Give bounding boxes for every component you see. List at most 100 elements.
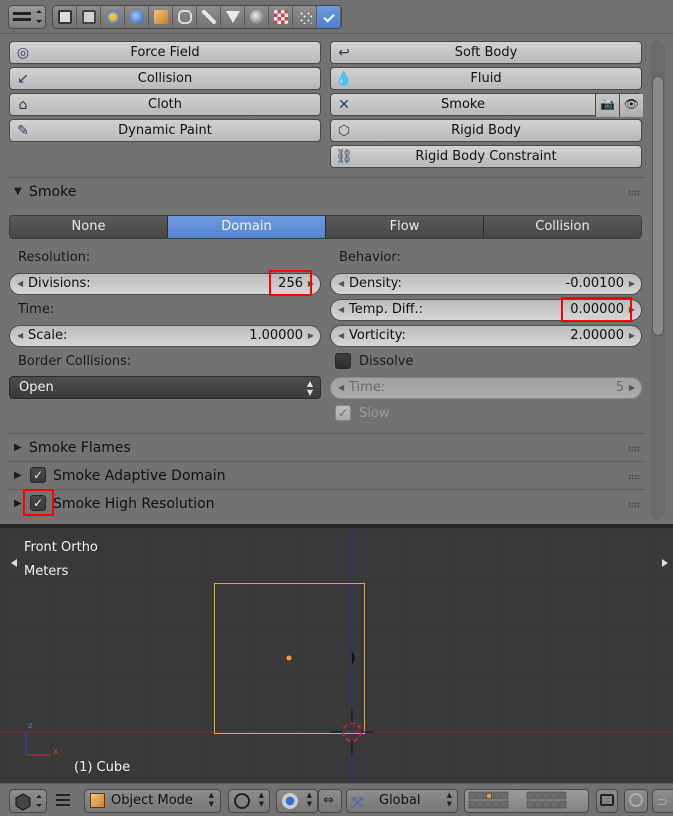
smoke-high-resolution-panel-title[interactable]: Smoke High Resolution: [53, 496, 215, 512]
properties-editor-icon: [13, 10, 42, 23]
material-icon[interactable]: [245, 6, 269, 28]
decrement-arrow-icon[interactable]: ◀: [17, 274, 23, 294]
collision-icon: ↙: [17, 71, 29, 87]
camera-lock-icon: [600, 794, 614, 806]
smoke-label: Smoke: [441, 97, 485, 112]
editor-type-button[interactable]: [8, 5, 46, 29]
render-layers-icon[interactable]: [77, 6, 101, 28]
vorticity-field[interactable]: ◀ Vorticity: 2.00000 ▶: [330, 325, 642, 347]
dissolve-label[interactable]: Dissolve: [359, 354, 413, 369]
render-icon[interactable]: [53, 6, 77, 28]
editor-type-button[interactable]: [9, 789, 47, 813]
cloth-button[interactable]: ⌂ Cloth: [9, 93, 321, 116]
layer-buttons[interactable]: [464, 789, 589, 813]
fluid-button[interactable]: 💧 Fluid: [330, 67, 642, 90]
data-icon[interactable]: [221, 6, 245, 28]
scene-icon[interactable]: [101, 6, 125, 28]
smoke-adaptive-domain-panel-title[interactable]: Smoke Adaptive Domain: [53, 468, 226, 484]
proportional-edit-icon: [629, 793, 643, 807]
smoke-adaptive-checkbox[interactable]: ✓: [30, 467, 46, 483]
density-value: -0.00100: [565, 276, 624, 291]
type-none-button[interactable]: None: [10, 216, 168, 238]
droplet-icon: 💧: [335, 71, 353, 87]
move-arrows-icon: ⇔: [323, 793, 334, 808]
pivot-icon: [282, 793, 298, 809]
world-icon[interactable]: [125, 6, 149, 28]
divisions-label: Divisions:: [28, 276, 91, 291]
decrement-arrow-icon: ◀: [338, 383, 345, 392]
smoke-button[interactable]: ✕ Smoke 📷 👁: [330, 93, 643, 117]
layers-grid-icon: [468, 791, 567, 809]
dissolve-checkbox[interactable]: [335, 353, 351, 369]
lock-camera-toggle[interactable]: [596, 789, 618, 813]
constraints-icon[interactable]: [173, 6, 197, 28]
decrement-arrow-icon[interactable]: ◀: [338, 326, 344, 346]
manipulator-toggle[interactable]: ⇔: [318, 789, 342, 813]
increment-arrow-icon[interactable]: ▶: [629, 274, 635, 294]
slow-checkbox: ✓: [335, 405, 351, 421]
physics-icon[interactable]: [317, 6, 341, 28]
type-collision-button[interactable]: Collision: [484, 216, 641, 238]
texture-icon[interactable]: [269, 6, 293, 28]
soft-body-button[interactable]: ↩ Soft Body: [330, 41, 642, 64]
smoke-flames-panel-title[interactable]: Smoke Flames: [29, 440, 131, 456]
drag-handle-icon[interactable]: [628, 190, 640, 196]
smoke-panel-title[interactable]: Smoke: [29, 184, 76, 200]
expand-triangle-icon[interactable]: ▶: [14, 470, 22, 481]
border-collisions-label: Border Collisions:: [18, 354, 132, 369]
viewport-shading-dropdown[interactable]: ▲ ▼: [228, 789, 270, 813]
magnet-icon: ⊃: [657, 795, 668, 810]
rigid-body-icon: ⬡: [337, 123, 351, 139]
rigid-body-button[interactable]: ⬡ Rigid Body: [330, 119, 642, 142]
render-camera-icon[interactable]: 📷: [595, 94, 619, 117]
soft-body-label: Soft Body: [454, 45, 518, 60]
decrement-arrow-icon[interactable]: ◀: [338, 274, 344, 294]
drag-handle-icon[interactable]: [628, 446, 640, 452]
force-field-button[interactable]: ◎ Force Field: [9, 41, 321, 64]
divider: [8, 177, 646, 178]
drag-handle-icon[interactable]: [628, 474, 640, 480]
object-info-label: (1) Cube: [74, 760, 131, 775]
divider: [8, 433, 646, 434]
pivot-point-dropdown[interactable]: ▲ ▼: [276, 789, 318, 813]
density-field[interactable]: ◀ Density: -0.00100 ▶: [330, 273, 642, 295]
mode-dropdown[interactable]: Object Mode ▲ ▼: [84, 789, 221, 813]
increment-arrow-icon[interactable]: ▶: [308, 326, 314, 346]
expand-triangle-icon[interactable]: ▶: [14, 442, 22, 453]
expand-triangle-icon[interactable]: ▶: [14, 498, 22, 509]
rigid-body-constraint-button[interactable]: ⛓ Rigid Body Constraint: [330, 145, 642, 168]
collapse-triangle-icon[interactable]: ▼: [14, 186, 22, 197]
border-collisions-dropdown[interactable]: Open ▲ ▼: [9, 376, 321, 399]
object-mode-icon: [90, 793, 105, 808]
type-domain-button[interactable]: Domain: [168, 216, 326, 238]
highlight-box: [561, 297, 632, 322]
drag-handle-icon[interactable]: [628, 502, 640, 508]
dynamic-paint-button[interactable]: ✎ Dynamic Paint: [9, 119, 321, 142]
modifiers-icon[interactable]: [197, 6, 221, 28]
highlight-box: [269, 270, 312, 296]
scale-field[interactable]: ◀ Scale: 1.00000 ▶: [9, 325, 321, 347]
vorticity-label: Vorticity:: [349, 328, 406, 343]
axis-x-label: x: [53, 747, 59, 757]
brush-icon: ✎: [17, 123, 29, 139]
snap-toggle[interactable]: ⊃: [652, 789, 673, 813]
eye-icon[interactable]: 👁: [619, 94, 643, 117]
dissolve-time-label: Time:: [349, 380, 386, 395]
type-flow-button[interactable]: Flow: [326, 216, 484, 238]
properties-scrollbar[interactable]: [651, 40, 665, 520]
proportional-edit-toggle[interactable]: [624, 789, 648, 813]
scrollbar-thumb[interactable]: [652, 76, 664, 336]
transform-orientation-dropdown[interactable]: ⤧ Global ▲ ▼: [346, 789, 458, 813]
object-icon[interactable]: [149, 6, 173, 28]
increment-arrow-icon[interactable]: ▶: [629, 326, 635, 346]
menu-icon[interactable]: [56, 794, 70, 806]
decrement-arrow-icon[interactable]: ◀: [17, 326, 23, 346]
behavior-label: Behavior:: [339, 250, 401, 265]
decrement-arrow-icon[interactable]: ◀: [338, 300, 344, 320]
3d-viewport[interactable]: Front Ortho Meters z x (1) Cube: [0, 528, 673, 783]
properties-header: [0, 0, 673, 34]
view-name-label: Front Ortho: [24, 540, 98, 555]
collision-button[interactable]: ↙ Collision: [9, 67, 321, 90]
force-field-label: Force Field: [130, 45, 200, 60]
particles-icon[interactable]: [293, 6, 317, 28]
